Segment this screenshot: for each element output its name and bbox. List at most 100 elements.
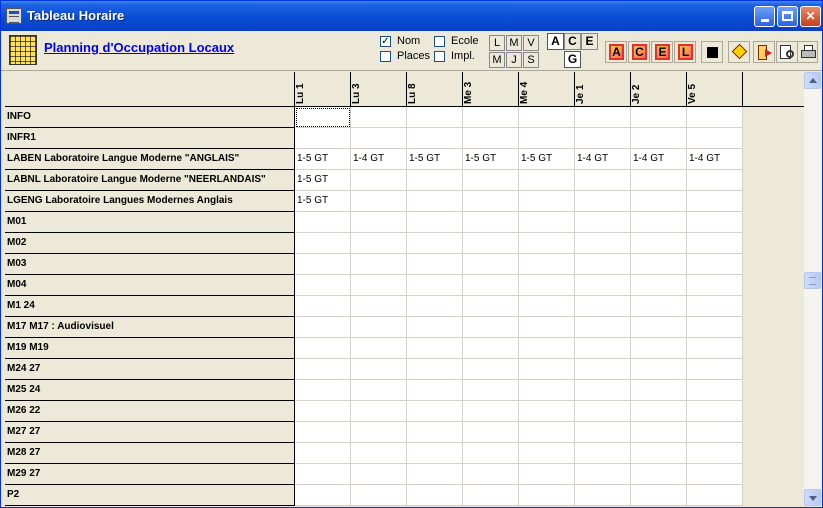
schedule-cell[interactable] bbox=[463, 128, 519, 149]
schedule-cell[interactable] bbox=[463, 296, 519, 317]
schedule-cell[interactable] bbox=[295, 485, 351, 506]
room-label[interactable]: LABEN Laboratoire Langue Moderne "ANGLAI… bbox=[5, 149, 295, 170]
schedule-cell[interactable] bbox=[295, 464, 351, 485]
schedule-cell[interactable] bbox=[407, 464, 463, 485]
schedule-cell[interactable] bbox=[407, 380, 463, 401]
scroll-up-icon[interactable] bbox=[804, 72, 821, 89]
tool-a-button[interactable]: A bbox=[605, 41, 627, 63]
schedule-cell[interactable] bbox=[631, 296, 687, 317]
room-label[interactable]: M01 bbox=[5, 212, 295, 233]
schedule-cell[interactable] bbox=[295, 338, 351, 359]
schedule-cell[interactable] bbox=[351, 170, 407, 191]
schedule-cell[interactable]: 1-5 GT bbox=[295, 149, 351, 170]
schedule-cell[interactable] bbox=[463, 401, 519, 422]
room-label[interactable]: M1 24 bbox=[5, 296, 295, 317]
schedule-cell[interactable] bbox=[351, 464, 407, 485]
schedule-cell[interactable] bbox=[295, 107, 351, 128]
schedule-cell[interactable] bbox=[687, 380, 743, 401]
schedule-cell[interactable] bbox=[631, 212, 687, 233]
schedule-cell[interactable] bbox=[407, 107, 463, 128]
schedule-cell[interactable]: 1-5 GT bbox=[463, 149, 519, 170]
schedule-cell[interactable] bbox=[519, 170, 575, 191]
schedule-cell[interactable] bbox=[631, 233, 687, 254]
schedule-cell[interactable] bbox=[575, 338, 631, 359]
schedule-cell[interactable] bbox=[407, 191, 463, 212]
close-button[interactable]: ✕ bbox=[800, 6, 821, 27]
room-label[interactable]: M19 M19 bbox=[5, 338, 295, 359]
room-label[interactable]: M17 M17 : Audiovisuel bbox=[5, 317, 295, 338]
schedule-cell[interactable] bbox=[295, 359, 351, 380]
schedule-cell[interactable] bbox=[407, 422, 463, 443]
mode-button-e[interactable]: E bbox=[581, 33, 598, 50]
scroll-down-icon[interactable] bbox=[804, 489, 821, 506]
print-preview-button[interactable] bbox=[776, 41, 798, 63]
schedule-cell[interactable] bbox=[687, 275, 743, 296]
day-button-l[interactable]: L bbox=[489, 35, 505, 51]
schedule-cell[interactable] bbox=[687, 443, 743, 464]
schedule-cell[interactable]: 1-4 GT bbox=[631, 149, 687, 170]
schedule-cell[interactable] bbox=[407, 338, 463, 359]
schedule-cell[interactable] bbox=[295, 422, 351, 443]
schedule-cell[interactable] bbox=[575, 443, 631, 464]
exit-button[interactable] bbox=[753, 41, 775, 63]
marker-button[interactable] bbox=[728, 41, 750, 63]
stop-button[interactable] bbox=[701, 41, 723, 63]
column-header[interactable]: Me 4 bbox=[519, 72, 575, 107]
schedule-cell[interactable] bbox=[575, 422, 631, 443]
schedule-cell[interactable] bbox=[463, 254, 519, 275]
schedule-cell[interactable] bbox=[519, 464, 575, 485]
schedule-cell[interactable] bbox=[631, 485, 687, 506]
schedule-cell[interactable] bbox=[295, 296, 351, 317]
schedule-cell[interactable] bbox=[687, 401, 743, 422]
schedule-cell[interactable]: 1-5 GT bbox=[519, 149, 575, 170]
title-bar[interactable]: Tableau Horaire ✕ bbox=[1, 1, 822, 31]
schedule-cell[interactable] bbox=[407, 485, 463, 506]
schedule-cell[interactable] bbox=[351, 317, 407, 338]
schedule-cell[interactable] bbox=[463, 107, 519, 128]
room-label[interactable]: M25 24 bbox=[5, 380, 295, 401]
schedule-cell[interactable] bbox=[351, 443, 407, 464]
schedule-cell[interactable] bbox=[351, 380, 407, 401]
schedule-cell[interactable] bbox=[575, 401, 631, 422]
schedule-cell[interactable] bbox=[687, 107, 743, 128]
schedule-cell[interactable] bbox=[351, 191, 407, 212]
ecole-checkbox[interactable] bbox=[434, 36, 445, 47]
schedule-cell[interactable] bbox=[463, 338, 519, 359]
schedule-cell[interactable] bbox=[463, 233, 519, 254]
column-header[interactable]: Lu 3 bbox=[351, 72, 407, 107]
schedule-cell[interactable] bbox=[687, 191, 743, 212]
schedule-cell[interactable] bbox=[407, 233, 463, 254]
schedule-cell[interactable] bbox=[631, 380, 687, 401]
schedule-cell[interactable] bbox=[463, 485, 519, 506]
day-button-s[interactable]: S bbox=[523, 52, 539, 68]
day-button-m2[interactable]: M bbox=[489, 52, 505, 68]
schedule-cell[interactable] bbox=[575, 380, 631, 401]
room-label[interactable]: M26 22 bbox=[5, 401, 295, 422]
room-label[interactable]: LABNL Laboratoire Langue Moderne "NEERLA… bbox=[5, 170, 295, 191]
schedule-cell[interactable] bbox=[519, 233, 575, 254]
schedule-cell[interactable] bbox=[519, 317, 575, 338]
schedule-cell[interactable] bbox=[351, 485, 407, 506]
schedule-cell[interactable] bbox=[519, 485, 575, 506]
schedule-cell[interactable] bbox=[519, 212, 575, 233]
room-label[interactable]: P2 bbox=[5, 485, 295, 506]
tool-c-button[interactable]: C bbox=[628, 41, 650, 63]
schedule-cell[interactable] bbox=[687, 170, 743, 191]
schedule-cell[interactable] bbox=[687, 233, 743, 254]
schedule-cell[interactable] bbox=[295, 128, 351, 149]
print-button[interactable] bbox=[797, 41, 818, 63]
tool-e-button[interactable]: E bbox=[651, 41, 673, 63]
column-header[interactable]: Je 2 bbox=[631, 72, 687, 107]
schedule-cell[interactable] bbox=[631, 254, 687, 275]
column-header[interactable]: Ve 5 bbox=[687, 72, 743, 107]
schedule-cell[interactable] bbox=[519, 128, 575, 149]
column-header[interactable]: Me 3 bbox=[463, 72, 519, 107]
places-checkbox[interactable] bbox=[380, 51, 391, 62]
schedule-cell[interactable] bbox=[519, 338, 575, 359]
schedule-cell[interactable] bbox=[575, 464, 631, 485]
schedule-cell[interactable]: 1-4 GT bbox=[351, 149, 407, 170]
room-label[interactable]: M04 bbox=[5, 275, 295, 296]
schedule-cell[interactable] bbox=[407, 296, 463, 317]
schedule-cell[interactable] bbox=[575, 212, 631, 233]
room-label[interactable]: M24 27 bbox=[5, 359, 295, 380]
